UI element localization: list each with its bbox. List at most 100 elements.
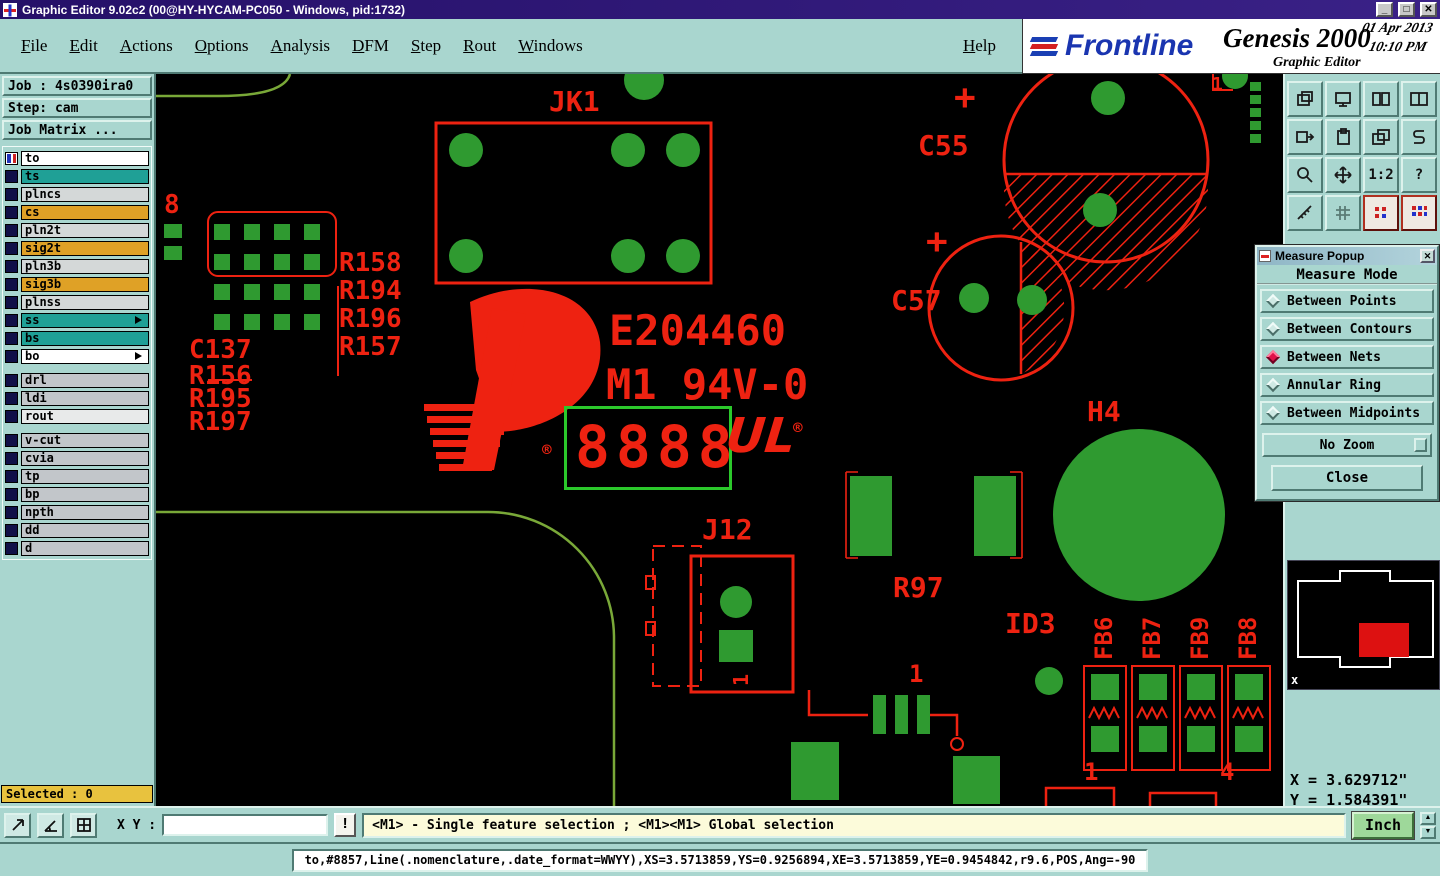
minimize-button[interactable]: _ bbox=[1376, 2, 1393, 17]
j12-connector[interactable] bbox=[645, 545, 795, 694]
tile-windows-button[interactable] bbox=[1363, 81, 1399, 117]
pcb-canvas[interactable]: JK1 8 R158 R194 R196 R157 C137 R156 R195… bbox=[156, 74, 1283, 806]
layer-row-npth[interactable]: npth bbox=[5, 504, 149, 520]
select-mode-button[interactable] bbox=[4, 812, 31, 838]
r97-resistor[interactable] bbox=[845, 471, 1023, 559]
layer-visibility-toggle[interactable] bbox=[5, 187, 18, 201]
units-button[interactable]: Inch bbox=[1351, 810, 1415, 840]
ferrite-bead-array[interactable] bbox=[1083, 665, 1271, 771]
layer-name-v-cut[interactable]: v-cut bbox=[21, 432, 149, 448]
measure-option-between-nets[interactable]: Between Nets bbox=[1260, 345, 1434, 369]
layer-visibility-toggle[interactable] bbox=[5, 151, 18, 165]
layer-name-npth[interactable]: npth bbox=[21, 504, 149, 520]
layer-row-dd[interactable]: dd bbox=[5, 522, 149, 538]
layer-visibility-toggle[interactable] bbox=[5, 331, 18, 345]
jk1-connector[interactable] bbox=[434, 121, 713, 285]
id3-pad[interactable] bbox=[1035, 667, 1063, 695]
layer-row-ldi[interactable]: ldi bbox=[5, 390, 149, 406]
layer-name-plncs[interactable]: plncs bbox=[21, 186, 149, 202]
measure-option-between-midpoints[interactable]: Between Midpoints bbox=[1260, 401, 1434, 425]
zoom-ratio-button[interactable]: 1:2 bbox=[1363, 157, 1399, 193]
layer-row-drl[interactable]: drl bbox=[5, 372, 149, 388]
grid-button[interactable] bbox=[1325, 195, 1361, 231]
layer-name-ldi[interactable]: ldi bbox=[21, 390, 149, 406]
serpentine-tool-button[interactable] bbox=[1401, 119, 1437, 155]
layer-name-drl[interactable]: drl bbox=[21, 372, 149, 388]
layer-row-sig2t[interactable]: sig2t bbox=[5, 240, 149, 256]
layer-visibility-toggle[interactable] bbox=[5, 391, 18, 405]
table-mode-button[interactable] bbox=[70, 812, 97, 838]
layer-row-ss[interactable]: ss bbox=[5, 312, 149, 328]
measure-option-between-points[interactable]: Between Points bbox=[1260, 289, 1434, 313]
layer-name-ss[interactable]: ss bbox=[21, 312, 149, 328]
layer-visibility-toggle[interactable] bbox=[5, 241, 18, 255]
menu-dfm[interactable]: DFM bbox=[352, 36, 389, 56]
layer-name-sig2t[interactable]: sig2t bbox=[21, 240, 149, 256]
measure-option-between-contours[interactable]: Between Contours bbox=[1260, 317, 1434, 341]
layer-visibility-toggle[interactable] bbox=[5, 313, 18, 327]
command-bang-button[interactable]: ! bbox=[334, 813, 357, 837]
popup-close-button[interactable]: Close bbox=[1271, 465, 1423, 491]
screen-view-button[interactable] bbox=[1325, 81, 1361, 117]
clipboard-button[interactable] bbox=[1325, 119, 1361, 155]
layer-visibility-toggle[interactable] bbox=[5, 277, 18, 291]
layer-name-bs[interactable]: bs bbox=[21, 330, 149, 346]
layer-name-cvia[interactable]: cvia bbox=[21, 450, 149, 466]
layer-row-bp[interactable]: bp bbox=[5, 486, 149, 502]
top-edge-pad[interactable] bbox=[624, 74, 664, 100]
layer-name-sig3b[interactable]: sig3b bbox=[21, 276, 149, 292]
zoom-tool-button[interactable] bbox=[1287, 157, 1323, 193]
layer-name-plnss[interactable]: plnss bbox=[21, 294, 149, 310]
c57-capacitor[interactable] bbox=[927, 234, 1075, 382]
menu-windows[interactable]: Windows bbox=[518, 36, 583, 56]
layer-visibility-toggle[interactable] bbox=[5, 349, 18, 363]
help-button[interactable]: ? bbox=[1401, 157, 1437, 193]
menu-step[interactable]: Step bbox=[411, 36, 441, 56]
layer-name-tp[interactable]: tp bbox=[21, 468, 149, 484]
scroll-up-icon[interactable]: ▲ bbox=[1420, 811, 1436, 825]
popup-close-icon[interactable]: ✕ bbox=[1420, 249, 1435, 263]
layer-visibility-toggle[interactable] bbox=[5, 451, 18, 465]
layer-row-bo[interactable]: bo bbox=[5, 348, 149, 364]
layer-row-cs[interactable]: cs bbox=[5, 204, 149, 220]
h4-pad[interactable] bbox=[1053, 429, 1225, 601]
layer-colors-button[interactable] bbox=[1363, 195, 1399, 231]
measure-popup-titlebar[interactable]: Measure Popup ✕ bbox=[1257, 247, 1437, 265]
layer-row-plncs[interactable]: plncs bbox=[5, 186, 149, 202]
layer-name-bp[interactable]: bp bbox=[21, 486, 149, 502]
split-window-button[interactable] bbox=[1401, 81, 1437, 117]
menu-analysis[interactable]: Analysis bbox=[271, 36, 331, 56]
zoom-mode-select[interactable]: No Zoom bbox=[1262, 433, 1432, 457]
menu-options[interactable]: Options bbox=[195, 36, 249, 56]
title-bar[interactable]: Graphic Editor 9.02c2 (00@HY-HYCAM-PC050… bbox=[0, 0, 1440, 19]
menu-edit[interactable]: Edit bbox=[69, 36, 97, 56]
layer-visibility-toggle[interactable] bbox=[5, 205, 18, 219]
dropdown-thumb-icon[interactable] bbox=[1414, 438, 1427, 452]
copy-window-button[interactable] bbox=[1287, 81, 1323, 117]
layer-name-d[interactable]: d bbox=[21, 540, 149, 556]
layer-name-ts[interactable]: ts bbox=[21, 168, 149, 184]
layer-row-rout[interactable]: rout bbox=[5, 408, 149, 424]
layer-visibility-toggle[interactable] bbox=[5, 409, 18, 423]
layer-name-dd[interactable]: dd bbox=[21, 522, 149, 538]
close-button[interactable]: ✕ bbox=[1420, 2, 1437, 17]
layer-visibility-toggle[interactable] bbox=[5, 223, 18, 237]
layer-visibility-toggle[interactable] bbox=[5, 523, 18, 537]
layer-row-cvia[interactable]: cvia bbox=[5, 450, 149, 466]
maximize-button[interactable]: □ bbox=[1398, 2, 1415, 17]
layer-row-pln3b[interactable]: pln3b bbox=[5, 258, 149, 274]
layer-visibility-toggle[interactable] bbox=[5, 541, 18, 555]
layer-visibility-toggle[interactable] bbox=[5, 169, 18, 183]
layer-visibility-toggle[interactable] bbox=[5, 433, 18, 447]
layer-row-d[interactable]: d bbox=[5, 540, 149, 556]
layer-row-bs[interactable]: bs bbox=[5, 330, 149, 346]
scroll-down-icon[interactable]: ▼ bbox=[1420, 825, 1436, 839]
menu-file[interactable]: File bbox=[21, 36, 47, 56]
layer-row-pln2t[interactable]: pln2t bbox=[5, 222, 149, 238]
layer-name-rout[interactable]: rout bbox=[21, 408, 149, 424]
menu-help[interactable]: Help bbox=[963, 36, 996, 56]
job-matrix-button[interactable]: Job Matrix ... bbox=[2, 120, 152, 140]
measure-option-annular-ring[interactable]: Annular Ring bbox=[1260, 373, 1434, 397]
layer-name-pln3b[interactable]: pln3b bbox=[21, 258, 149, 274]
pan-tool-button[interactable] bbox=[1325, 157, 1361, 193]
